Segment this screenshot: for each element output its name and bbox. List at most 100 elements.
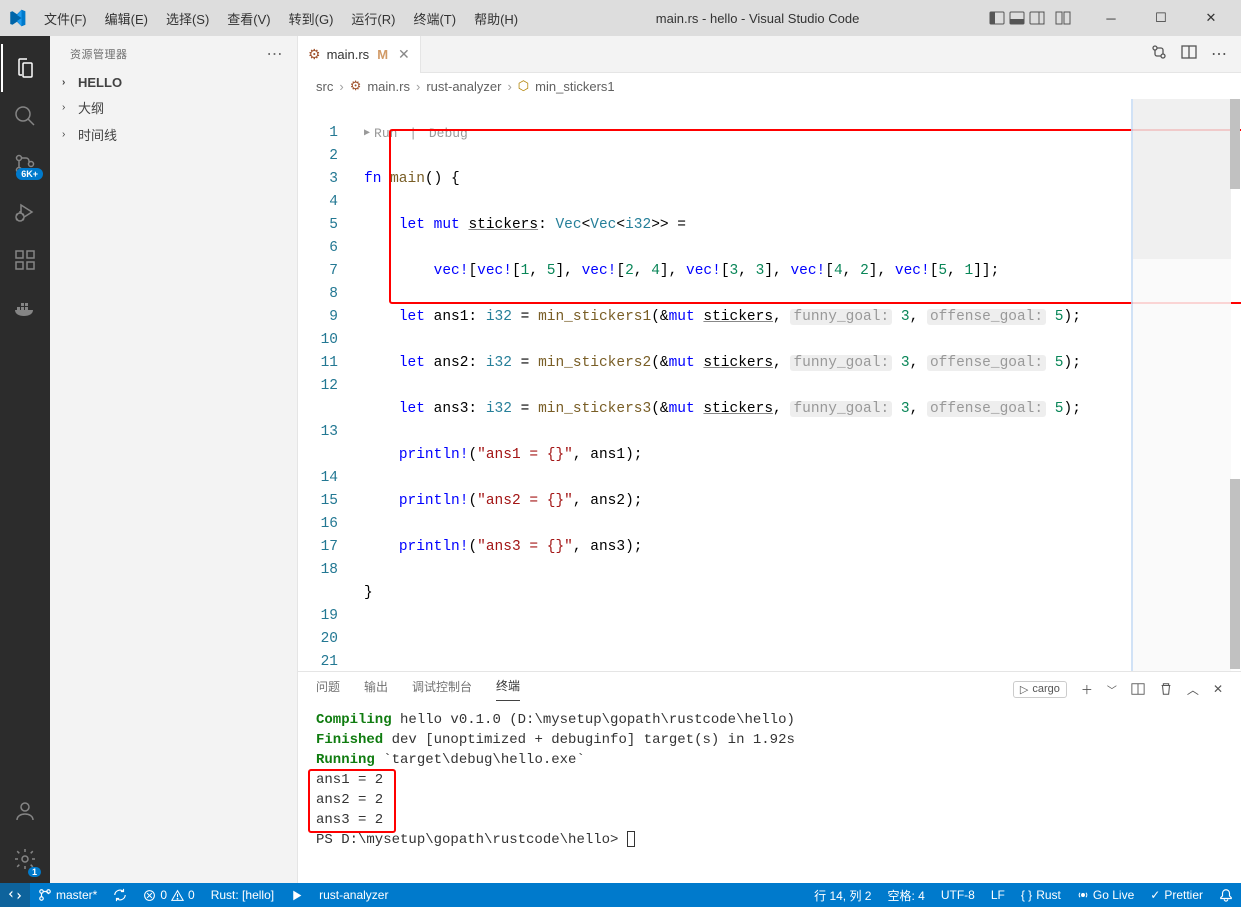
window-title: main.rs - hello - Visual Studio Code — [526, 11, 989, 26]
activity-extensions-icon[interactable] — [1, 236, 49, 284]
layout-sidebar-left-icon[interactable] — [989, 10, 1005, 26]
trash-icon[interactable] — [1159, 682, 1173, 696]
tab-label: main.rs — [327, 47, 370, 62]
term-line: ans1 = 2 — [316, 770, 1223, 790]
error-count: 0 — [160, 888, 167, 902]
tab-main-rs[interactable]: ⚙ main.rs M ✕ — [298, 36, 421, 73]
code-content[interactable]: ▶Run | Debug fn main() { let mut sticker… — [356, 99, 1241, 671]
split-editor-icon[interactable] — [1181, 44, 1197, 64]
statusbar: master* 0 0 Rust: [hello] rust-analyzer … — [0, 883, 1241, 907]
status-encoding[interactable]: UTF-8 — [933, 883, 983, 907]
editor-more-icon[interactable]: ⋯ — [1211, 44, 1227, 64]
status-eol[interactable]: LF — [983, 883, 1013, 907]
menu-run[interactable]: 运行(R) — [343, 5, 403, 32]
sidebar-section-hello[interactable]: ›HELLO — [50, 71, 297, 94]
tab-modified-indicator: M — [377, 47, 388, 62]
status-prettier[interactable]: ✓Prettier — [1142, 883, 1211, 907]
term-line: Finished — [316, 732, 383, 748]
highlight-annotation — [308, 769, 396, 833]
breadcrumb-item[interactable]: main.rs — [367, 79, 410, 94]
code-editor[interactable]: 12345678910111213141516171819202122 ▶Run… — [298, 99, 1241, 671]
line-gutter: 12345678910111213141516171819202122 — [298, 99, 356, 671]
status-remote[interactable] — [0, 883, 30, 907]
status-sync[interactable] — [105, 883, 135, 907]
codelens-run[interactable]: Run — [374, 122, 397, 145]
sidebar-section-timeline[interactable]: ›时间线 — [50, 121, 297, 148]
panel-tabs: 问题 输出 调试控制台 终端 ▷cargo ＋ ﹀ ︿ ✕ — [298, 672, 1241, 706]
window-maximize-button[interactable]: ☐ — [1139, 3, 1183, 33]
tab-close-icon[interactable]: ✕ — [398, 46, 410, 63]
menu-edit[interactable]: 编辑(E) — [97, 5, 156, 32]
status-rust-project[interactable]: Rust: [hello] — [203, 883, 282, 907]
activity-docker-icon[interactable] — [1, 284, 49, 332]
status-branch[interactable]: master* — [30, 883, 105, 907]
breadcrumb-item[interactable]: rust-analyzer — [426, 79, 501, 94]
compare-changes-icon[interactable] — [1151, 44, 1167, 64]
status-indentation[interactable]: 空格: 4 — [879, 883, 932, 907]
activity-scm-icon[interactable]: 6K+ — [1, 140, 49, 188]
split-terminal-icon[interactable] — [1131, 682, 1145, 696]
chevron-right-icon: › — [416, 79, 420, 94]
activity-account-icon[interactable] — [1, 787, 49, 835]
scm-badge: 6K+ — [16, 168, 43, 180]
panel-maximize-icon[interactable]: ︿ — [1187, 681, 1199, 698]
panel-close-icon[interactable]: ✕ — [1213, 682, 1223, 696]
chevron-right-icon: › — [339, 79, 343, 94]
panel-tab-output[interactable]: 输出 — [364, 678, 388, 701]
term-prompt: PS D:\mysetup\gopath\rustcode\hello> — [316, 832, 627, 848]
codelens[interactable]: ▶Run | Debug — [356, 122, 1241, 145]
lang-label: Rust — [1036, 888, 1061, 902]
menu-file[interactable]: 文件(F) — [36, 5, 95, 32]
chevron-right-icon: › — [62, 77, 74, 88]
breadcrumb[interactable]: src › ⚙ main.rs › rust-analyzer › ⬡ min_… — [298, 73, 1241, 99]
status-run-icon[interactable] — [282, 883, 311, 907]
activity-debug-icon[interactable] — [1, 188, 49, 236]
status-go-live[interactable]: Go Live — [1069, 883, 1142, 907]
breadcrumb-item[interactable]: src — [316, 79, 333, 94]
sidebar-more-icon[interactable]: ⋯ — [267, 44, 284, 64]
window-close-button[interactable]: ✕ — [1189, 3, 1233, 33]
terminal-task-selector[interactable]: ▷cargo — [1013, 681, 1067, 698]
term-line: Running — [316, 752, 375, 768]
new-terminal-icon[interactable]: ＋ — [1081, 681, 1093, 698]
rust-file-icon: ⚙ — [308, 46, 321, 63]
window-minimize-button[interactable]: ─ — [1089, 3, 1133, 33]
activity-search-icon[interactable] — [1, 92, 49, 140]
sidebar-section-outline[interactable]: ›大纲 — [50, 94, 297, 121]
layout-sidebar-right-icon[interactable] — [1029, 10, 1045, 26]
menu-help[interactable]: 帮助(H) — [466, 5, 526, 32]
panel-tab-debug-console[interactable]: 调试控制台 — [412, 678, 472, 701]
activity-settings-icon[interactable]: 1 — [1, 835, 49, 883]
scrollbar-vertical[interactable] — [1229, 99, 1241, 671]
status-rust-analyzer[interactable]: rust-analyzer — [311, 883, 396, 907]
rust-file-icon: ⚙ — [350, 78, 362, 94]
section-label: 大纲 — [78, 98, 104, 117]
status-notifications-icon[interactable] — [1211, 883, 1241, 907]
menu-selection[interactable]: 选择(S) — [158, 5, 217, 32]
term-line: dev [unoptimized + debuginfo] target(s) … — [383, 732, 795, 748]
terminal-dropdown-icon[interactable]: ﹀ — [1107, 682, 1117, 697]
menu-terminal[interactable]: 终端(T) — [405, 5, 464, 32]
panel-tab-terminal[interactable]: 终端 — [496, 677, 520, 701]
status-errors[interactable]: 0 0 — [135, 883, 202, 907]
term-line: ans2 = 2 — [316, 790, 1223, 810]
bottom-panel: 问题 输出 调试控制台 终端 ▷cargo ＋ ﹀ ︿ ✕ Compiling … — [298, 671, 1241, 883]
play-icon: ▶ — [364, 122, 370, 145]
breadcrumb-item[interactable]: min_stickers1 — [535, 79, 614, 94]
status-language[interactable]: { }Rust — [1013, 883, 1069, 907]
term-line: ans3 = 2 — [316, 810, 1223, 830]
activity-explorer-icon[interactable] — [1, 44, 49, 92]
vscode-logo-icon — [8, 9, 26, 27]
menu-view[interactable]: 查看(V) — [219, 5, 278, 32]
layout-panel-icon[interactable] — [1009, 10, 1025, 26]
panel-tab-problems[interactable]: 问题 — [316, 678, 340, 701]
settings-badge: 1 — [28, 867, 41, 877]
codelens-debug[interactable]: Debug — [429, 122, 468, 145]
customize-layout-icon[interactable] — [1055, 10, 1071, 26]
status-cursor-position[interactable]: 行 14, 列 2 — [806, 883, 879, 907]
minimap[interactable] — [1131, 99, 1231, 671]
terminal-output[interactable]: Compiling hello v0.1.0 (D:\mysetup\gopat… — [298, 706, 1241, 883]
editor-area: ⚙ main.rs M ✕ ⋯ src › ⚙ main.rs › rust-a… — [298, 36, 1241, 883]
function-icon: ⬡ — [518, 78, 529, 94]
menu-go[interactable]: 转到(G) — [281, 5, 342, 32]
